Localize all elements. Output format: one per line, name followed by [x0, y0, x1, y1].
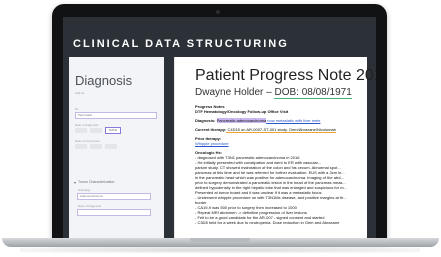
- date-day-input[interactable]: [90, 128, 102, 133]
- dx-select[interactable]: Pancreatic: [75, 112, 157, 119]
- diagnosis-panel: Diagnosis Add dx Dx Pancreatic Date of d…: [69, 57, 164, 242]
- panel-subtitle: Add dx: [75, 91, 85, 95]
- recurrence-day-input[interactable]: [90, 144, 102, 149]
- diagnosis-rest[interactable]: now metastatic with liver mets: [266, 118, 320, 123]
- patient-name: Dwayne Holder –: [195, 87, 275, 98]
- app-title: CLINICAL DATA STRUCTURING: [73, 38, 289, 50]
- field-label-recurrence: Date of recurrence: [75, 139, 100, 143]
- date-month-input[interactable]: [75, 128, 87, 133]
- recurrence-year-input[interactable]: [105, 144, 117, 149]
- laptop-bezel: CLINICAL DATA STRUCTURING Diagnosis Add …: [52, 4, 387, 242]
- histology-value: Adenocarcinoma: [80, 194, 103, 198]
- diagnosis-highlight[interactable]: Pancreatic adenocarcinoma: [216, 118, 267, 123]
- laptop-shadow: [20, 247, 420, 253]
- date-button[interactable]: DATE: [105, 127, 121, 134]
- dob-text: DOB: 08/08/1971: [274, 87, 352, 99]
- histology-select[interactable]: Adenocarcinoma: [77, 193, 151, 200]
- histology-label: Histology: [78, 188, 91, 192]
- laptop-notch: [190, 238, 250, 242]
- panel-title: Diagnosis: [75, 73, 133, 88]
- camera-dot: [216, 10, 220, 14]
- current-therapy-value[interactable]: C4D15 on AR-0007-ST-001 study. Gem/Abrax…: [226, 127, 336, 133]
- tumor-date-input[interactable]: [77, 209, 151, 216]
- diagnosis-label: Diagnosis:: [195, 118, 216, 123]
- current-therapy-label: Current therapy:: [195, 127, 227, 132]
- document-title: Patient Progress Note 2016: [195, 67, 376, 84]
- tumor-section-title[interactable]: Tumor Characterization: [78, 180, 114, 184]
- visit-line: DTF Hematology/Oncology Follow-up Office…: [195, 109, 289, 114]
- progress-note-document: Patient Progress Note 2016 Dwayne Holder…: [174, 57, 376, 242]
- diagnosis-line: Diagnosis: Pancreatic adenocarcinoma now…: [195, 118, 320, 123]
- recurrence-month-input[interactable]: [75, 144, 87, 149]
- current-therapy-line: Current therapy: C4D15 on AR-0007-ST-001…: [195, 127, 336, 133]
- field-label-date-dx: Date of diagnosis: [75, 123, 99, 127]
- hx-line: - C3D8 held for a week due to neutropeni…: [195, 220, 340, 225]
- hx-line: - Underwent whipple procedure on with T3…: [195, 195, 347, 200]
- prior-therapy-value[interactable]: Whipple procedure: [195, 141, 229, 146]
- laptop-screen: CLINICAL DATA STRUCTURING Diagnosis Add …: [63, 17, 376, 242]
- chevron-down-icon[interactable]: ▾: [74, 180, 76, 185]
- patient-line: Dwayne Holder – DOB: 08/08/1971: [195, 87, 352, 99]
- field-label-dx: Dx: [75, 107, 79, 111]
- tumor-date-label: Date of diagnosis: [78, 204, 102, 208]
